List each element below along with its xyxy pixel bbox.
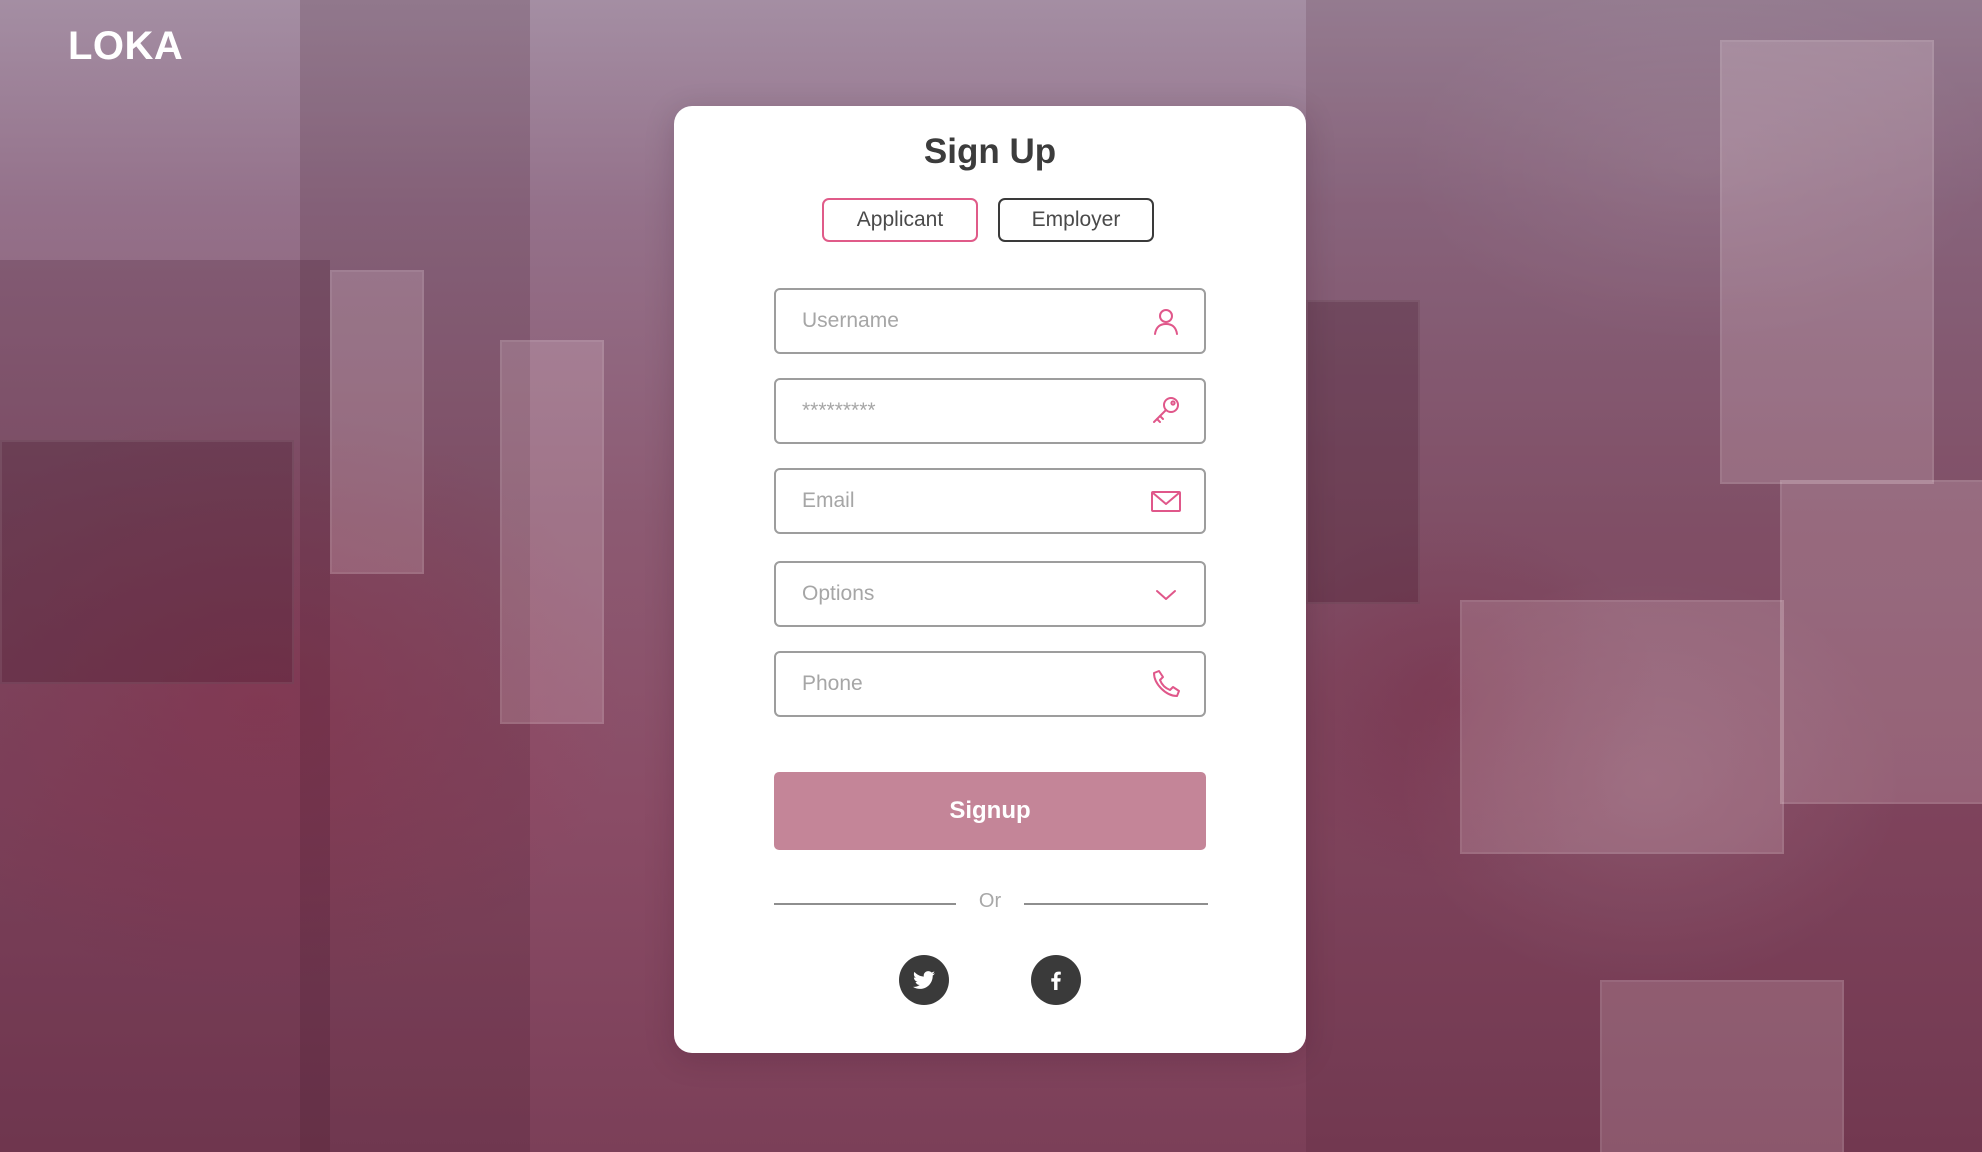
twitter-button[interactable] (899, 955, 949, 1005)
email-input[interactable] (802, 470, 1132, 532)
facebook-icon (1051, 971, 1061, 990)
username-input[interactable] (802, 290, 1132, 352)
phone-icon (1153, 670, 1180, 697)
page-title: Sign Up (923, 132, 1057, 171)
phone-input[interactable] (802, 653, 1132, 715)
email-field[interactable] (774, 468, 1206, 534)
brand-logo[interactable]: LOKA (68, 24, 183, 69)
options-select[interactable]: Options (774, 561, 1206, 627)
divider-text: Or (978, 890, 1002, 912)
role-employer-button[interactable]: Employer (998, 198, 1154, 242)
key-icon (1153, 397, 1179, 423)
divider-right (1024, 903, 1208, 905)
mail-icon (1151, 491, 1181, 512)
role-applicant-button[interactable]: Applicant (822, 198, 978, 242)
phone-field[interactable] (774, 651, 1206, 717)
user-icon (1154, 309, 1178, 335)
password-field[interactable] (774, 378, 1206, 444)
password-input[interactable] (802, 380, 1132, 442)
signup-button[interactable]: Signup (774, 772, 1206, 850)
facebook-button[interactable] (1031, 955, 1081, 1005)
signup-card: Sign Up Applicant Employer Options (674, 106, 1306, 1053)
options-select-value[interactable]: Options (802, 563, 1132, 625)
twitter-icon (913, 971, 935, 989)
chevron-down-icon[interactable] (1150, 578, 1182, 610)
username-field[interactable] (774, 288, 1206, 354)
